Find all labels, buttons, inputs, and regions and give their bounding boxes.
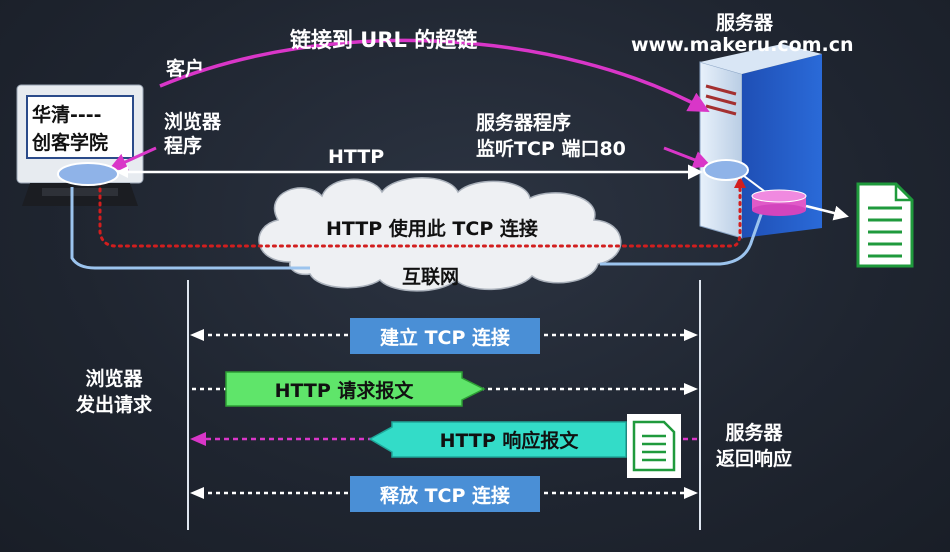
cloud-connection-label: HTTP 使用此 TCP 连接 (326, 218, 538, 240)
browser-process-node (57, 162, 119, 186)
internet-label: 互联网 (402, 266, 460, 288)
monitor-line1: 华清---- (32, 104, 102, 126)
http-diagram: 链接到 URL 的超链 客户 服务器 www.makeru.com.cn 浏览器… (0, 0, 950, 552)
server-process-node (703, 159, 749, 181)
server-program-line1: 服务器程序 (476, 112, 572, 134)
response-document-icon (627, 414, 681, 478)
server-program-line2: 监听TCP 端口80 (476, 138, 626, 160)
server-url: www.makeru.com.cn (631, 34, 854, 56)
http-label: HTTP (328, 146, 385, 168)
diagram-canvas (16, 38, 914, 530)
monitor-line2: 创客学院 (32, 132, 109, 154)
browser-request-label: 浏览器 发出请求 (76, 368, 153, 416)
database-icon (751, 189, 807, 216)
server-title: 服务器 (716, 12, 774, 34)
step-establish-tcp: 建立 TCP 连接 (350, 318, 540, 354)
server-response-label: 服务器 返回响应 (716, 422, 793, 470)
browser-program-label: 浏览器 程序 (164, 111, 222, 157)
step-release-tcp: 释放 TCP 连接 (350, 476, 540, 512)
hyperlink-label: 链接到 URL 的超链 (290, 28, 478, 52)
client-label: 客户 (166, 58, 205, 80)
step-http-request: HTTP 请求报文 (274, 379, 414, 402)
document-icon (856, 182, 914, 268)
step-http-response: HTTP 响应报文 (439, 430, 579, 452)
